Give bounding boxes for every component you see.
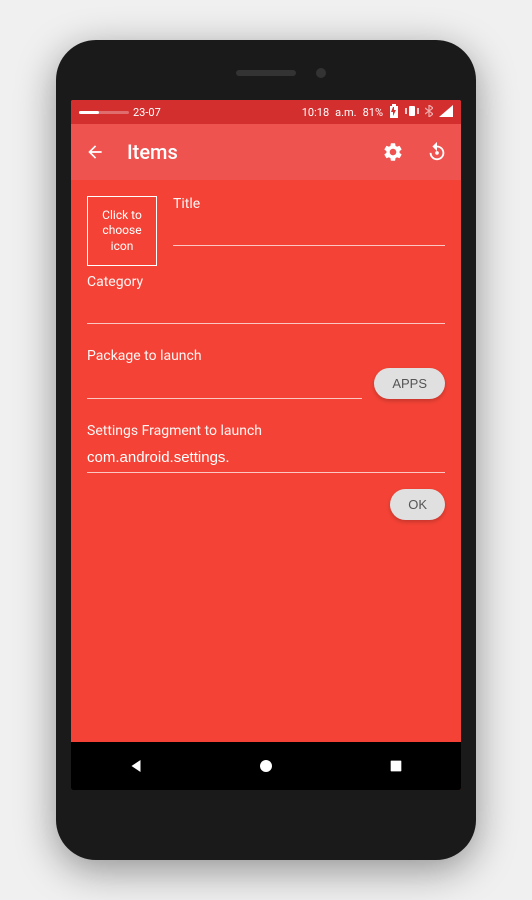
apps-button[interactable]: APPS [374, 368, 445, 399]
package-row: APPS [87, 368, 445, 399]
category-field-group: Category [87, 274, 445, 324]
status-battery: 81% [363, 106, 383, 119]
status-time: 10:18 [302, 106, 329, 119]
nav-recent-button[interactable] [384, 754, 408, 778]
signal-icon [439, 105, 453, 120]
status-small-time: 23-07 [133, 106, 161, 119]
title-label: Title [173, 196, 445, 212]
status-left: 23-07 [79, 106, 161, 119]
status-bar: 23-07 10:18 a.m. 81% [71, 100, 461, 124]
phone-frame: 23-07 10:18 a.m. 81% Items [56, 40, 476, 860]
content: Click to choose icon Title Category Pack… [71, 180, 461, 742]
title-input[interactable] [173, 216, 445, 246]
package-section: Package to launch APPS [87, 348, 445, 399]
app-bar: Items [71, 124, 461, 180]
category-label: Category [87, 274, 445, 290]
settings-button[interactable] [381, 140, 405, 164]
page-title: Items [127, 140, 361, 164]
nav-back-button[interactable] [124, 754, 148, 778]
ok-button[interactable]: OK [390, 489, 445, 520]
fragment-section: Settings Fragment to launch [87, 423, 445, 473]
phone-camera [316, 68, 326, 78]
back-button[interactable] [83, 140, 107, 164]
package-input[interactable] [87, 369, 362, 399]
battery-icon [389, 104, 399, 121]
fragment-label: Settings Fragment to launch [87, 423, 445, 439]
package-label: Package to launch [87, 348, 445, 364]
ok-row: OK [87, 489, 445, 520]
nav-home-button[interactable] [254, 754, 278, 778]
top-row: Click to choose icon Title [87, 196, 445, 266]
screen: 23-07 10:18 a.m. 81% Items [71, 100, 461, 790]
phone-speaker [236, 70, 296, 76]
title-field-group: Title [173, 196, 445, 266]
restore-button[interactable] [425, 140, 449, 164]
package-field [87, 369, 362, 399]
fragment-input[interactable] [87, 443, 445, 473]
category-input[interactable] [87, 294, 445, 324]
icon-chooser[interactable]: Click to choose icon [87, 196, 157, 266]
bluetooth-icon [425, 105, 433, 120]
progress-bar-icon [79, 111, 129, 114]
vibrate-icon [405, 105, 419, 120]
nav-bar [71, 742, 461, 790]
status-ampm: a.m. [335, 106, 356, 119]
